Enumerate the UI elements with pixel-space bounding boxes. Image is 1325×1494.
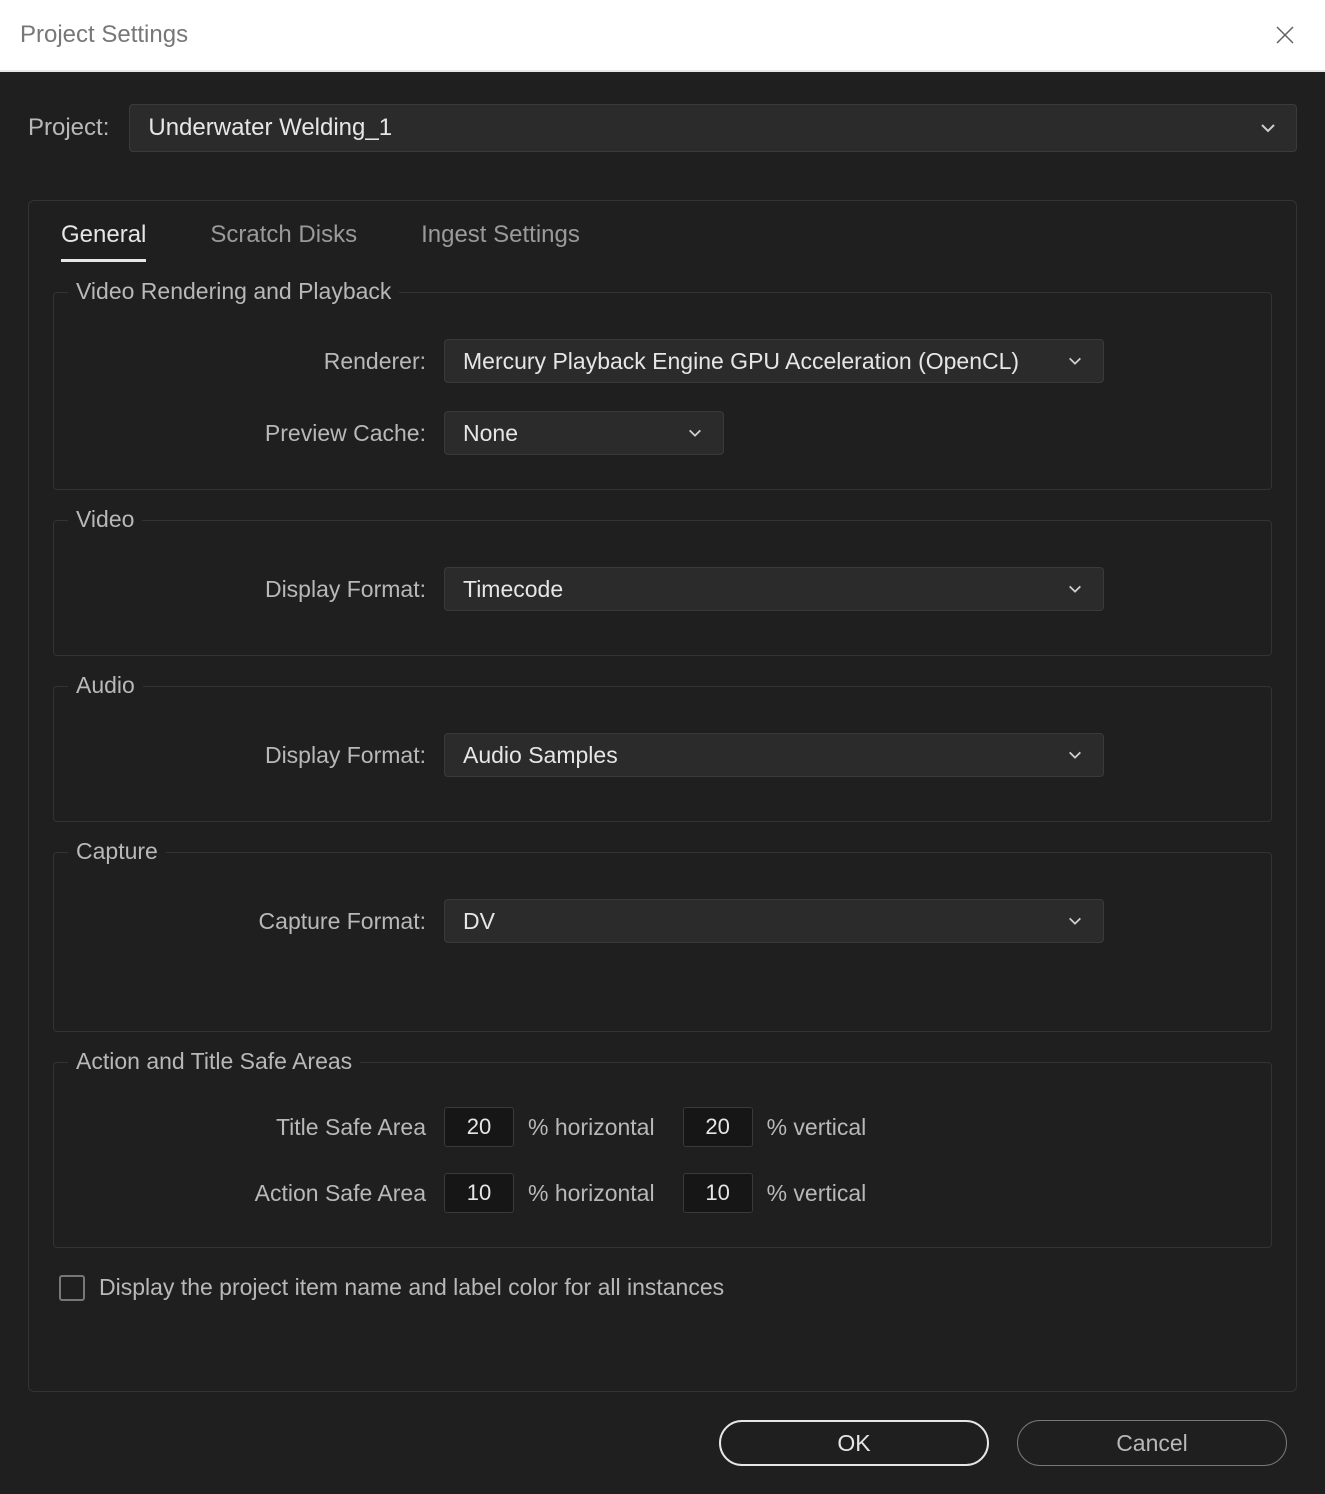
chevron-down-icon (1065, 745, 1085, 765)
group-video: Video Display Format: Timecode (53, 520, 1272, 656)
preview-cache-value: None (463, 420, 518, 447)
group-safe-areas: Action and Title Safe Areas Title Safe A… (53, 1062, 1272, 1248)
video-display-format-label: Display Format: (74, 576, 444, 603)
chevron-down-icon (1065, 911, 1085, 931)
audio-display-format-label: Display Format: (74, 742, 444, 769)
close-button[interactable] (1269, 19, 1301, 51)
title-safe-horizontal-input[interactable]: 20 (444, 1107, 514, 1147)
action-safe-label: Action Safe Area (74, 1180, 444, 1207)
project-dropdown-value: Underwater Welding_1 (148, 114, 392, 142)
capture-format-value: DV (463, 908, 495, 935)
renderer-label: Renderer: (74, 348, 444, 375)
renderer-value: Mercury Playback Engine GPU Acceleration… (463, 348, 1019, 375)
video-display-format-value: Timecode (463, 576, 563, 603)
group-legend: Audio (68, 672, 143, 699)
group-legend: Action and Title Safe Areas (68, 1048, 360, 1075)
audio-display-format-dropdown[interactable]: Audio Samples (444, 733, 1104, 777)
preview-cache-dropdown[interactable]: None (444, 411, 724, 455)
chevron-down-icon (1065, 351, 1085, 371)
tab-scratch-disks[interactable]: Scratch Disks (210, 221, 357, 262)
tab-general[interactable]: General (61, 221, 146, 262)
ok-button[interactable]: OK (719, 1420, 989, 1466)
chevron-down-icon (1258, 118, 1278, 138)
display-instances-row: Display the project item name and label … (59, 1274, 1272, 1301)
close-icon (1274, 24, 1296, 46)
unit-vertical: % vertical (767, 1114, 867, 1141)
title-safe-vertical-input[interactable]: 20 (683, 1107, 753, 1147)
action-safe-vertical-input[interactable]: 10 (683, 1173, 753, 1213)
group-audio: Audio Display Format: Audio Samples (53, 686, 1272, 822)
capture-format-dropdown[interactable]: DV (444, 899, 1104, 943)
cancel-button[interactable]: Cancel (1017, 1420, 1287, 1466)
dialog-body: Project: Underwater Welding_1 General Sc… (0, 72, 1325, 1494)
preview-cache-label: Preview Cache: (74, 420, 444, 447)
title-safe-label: Title Safe Area (74, 1114, 444, 1141)
group-legend: Capture (68, 838, 166, 865)
action-safe-horizontal-input[interactable]: 10 (444, 1173, 514, 1213)
chevron-down-icon (1065, 579, 1085, 599)
unit-horizontal: % horizontal (528, 1114, 655, 1141)
dialog-title: Project Settings (20, 21, 188, 49)
capture-format-label: Capture Format: (74, 908, 444, 935)
group-legend: Video Rendering and Playback (68, 278, 399, 305)
project-row: Project: Underwater Welding_1 (28, 104, 1297, 152)
audio-display-format-value: Audio Samples (463, 742, 618, 769)
group-capture: Capture Capture Format: DV (53, 852, 1272, 1032)
dialog-button-row: OK Cancel (28, 1420, 1297, 1466)
renderer-dropdown[interactable]: Mercury Playback Engine GPU Acceleration… (444, 339, 1104, 383)
titlebar: Project Settings (0, 0, 1325, 72)
unit-vertical: % vertical (767, 1180, 867, 1207)
video-display-format-dropdown[interactable]: Timecode (444, 567, 1104, 611)
display-instances-checkbox[interactable] (59, 1275, 85, 1301)
tab-bar: General Scratch Disks Ingest Settings (61, 221, 1272, 262)
group-video-rendering: Video Rendering and Playback Renderer: M… (53, 292, 1272, 490)
group-legend: Video (68, 506, 142, 533)
chevron-down-icon (685, 423, 705, 443)
settings-panel: General Scratch Disks Ingest Settings Vi… (28, 200, 1297, 1392)
unit-horizontal: % horizontal (528, 1180, 655, 1207)
tab-ingest-settings[interactable]: Ingest Settings (421, 221, 580, 262)
project-dropdown[interactable]: Underwater Welding_1 (129, 104, 1297, 152)
project-label: Project: (28, 114, 109, 142)
display-instances-label: Display the project item name and label … (99, 1274, 724, 1301)
